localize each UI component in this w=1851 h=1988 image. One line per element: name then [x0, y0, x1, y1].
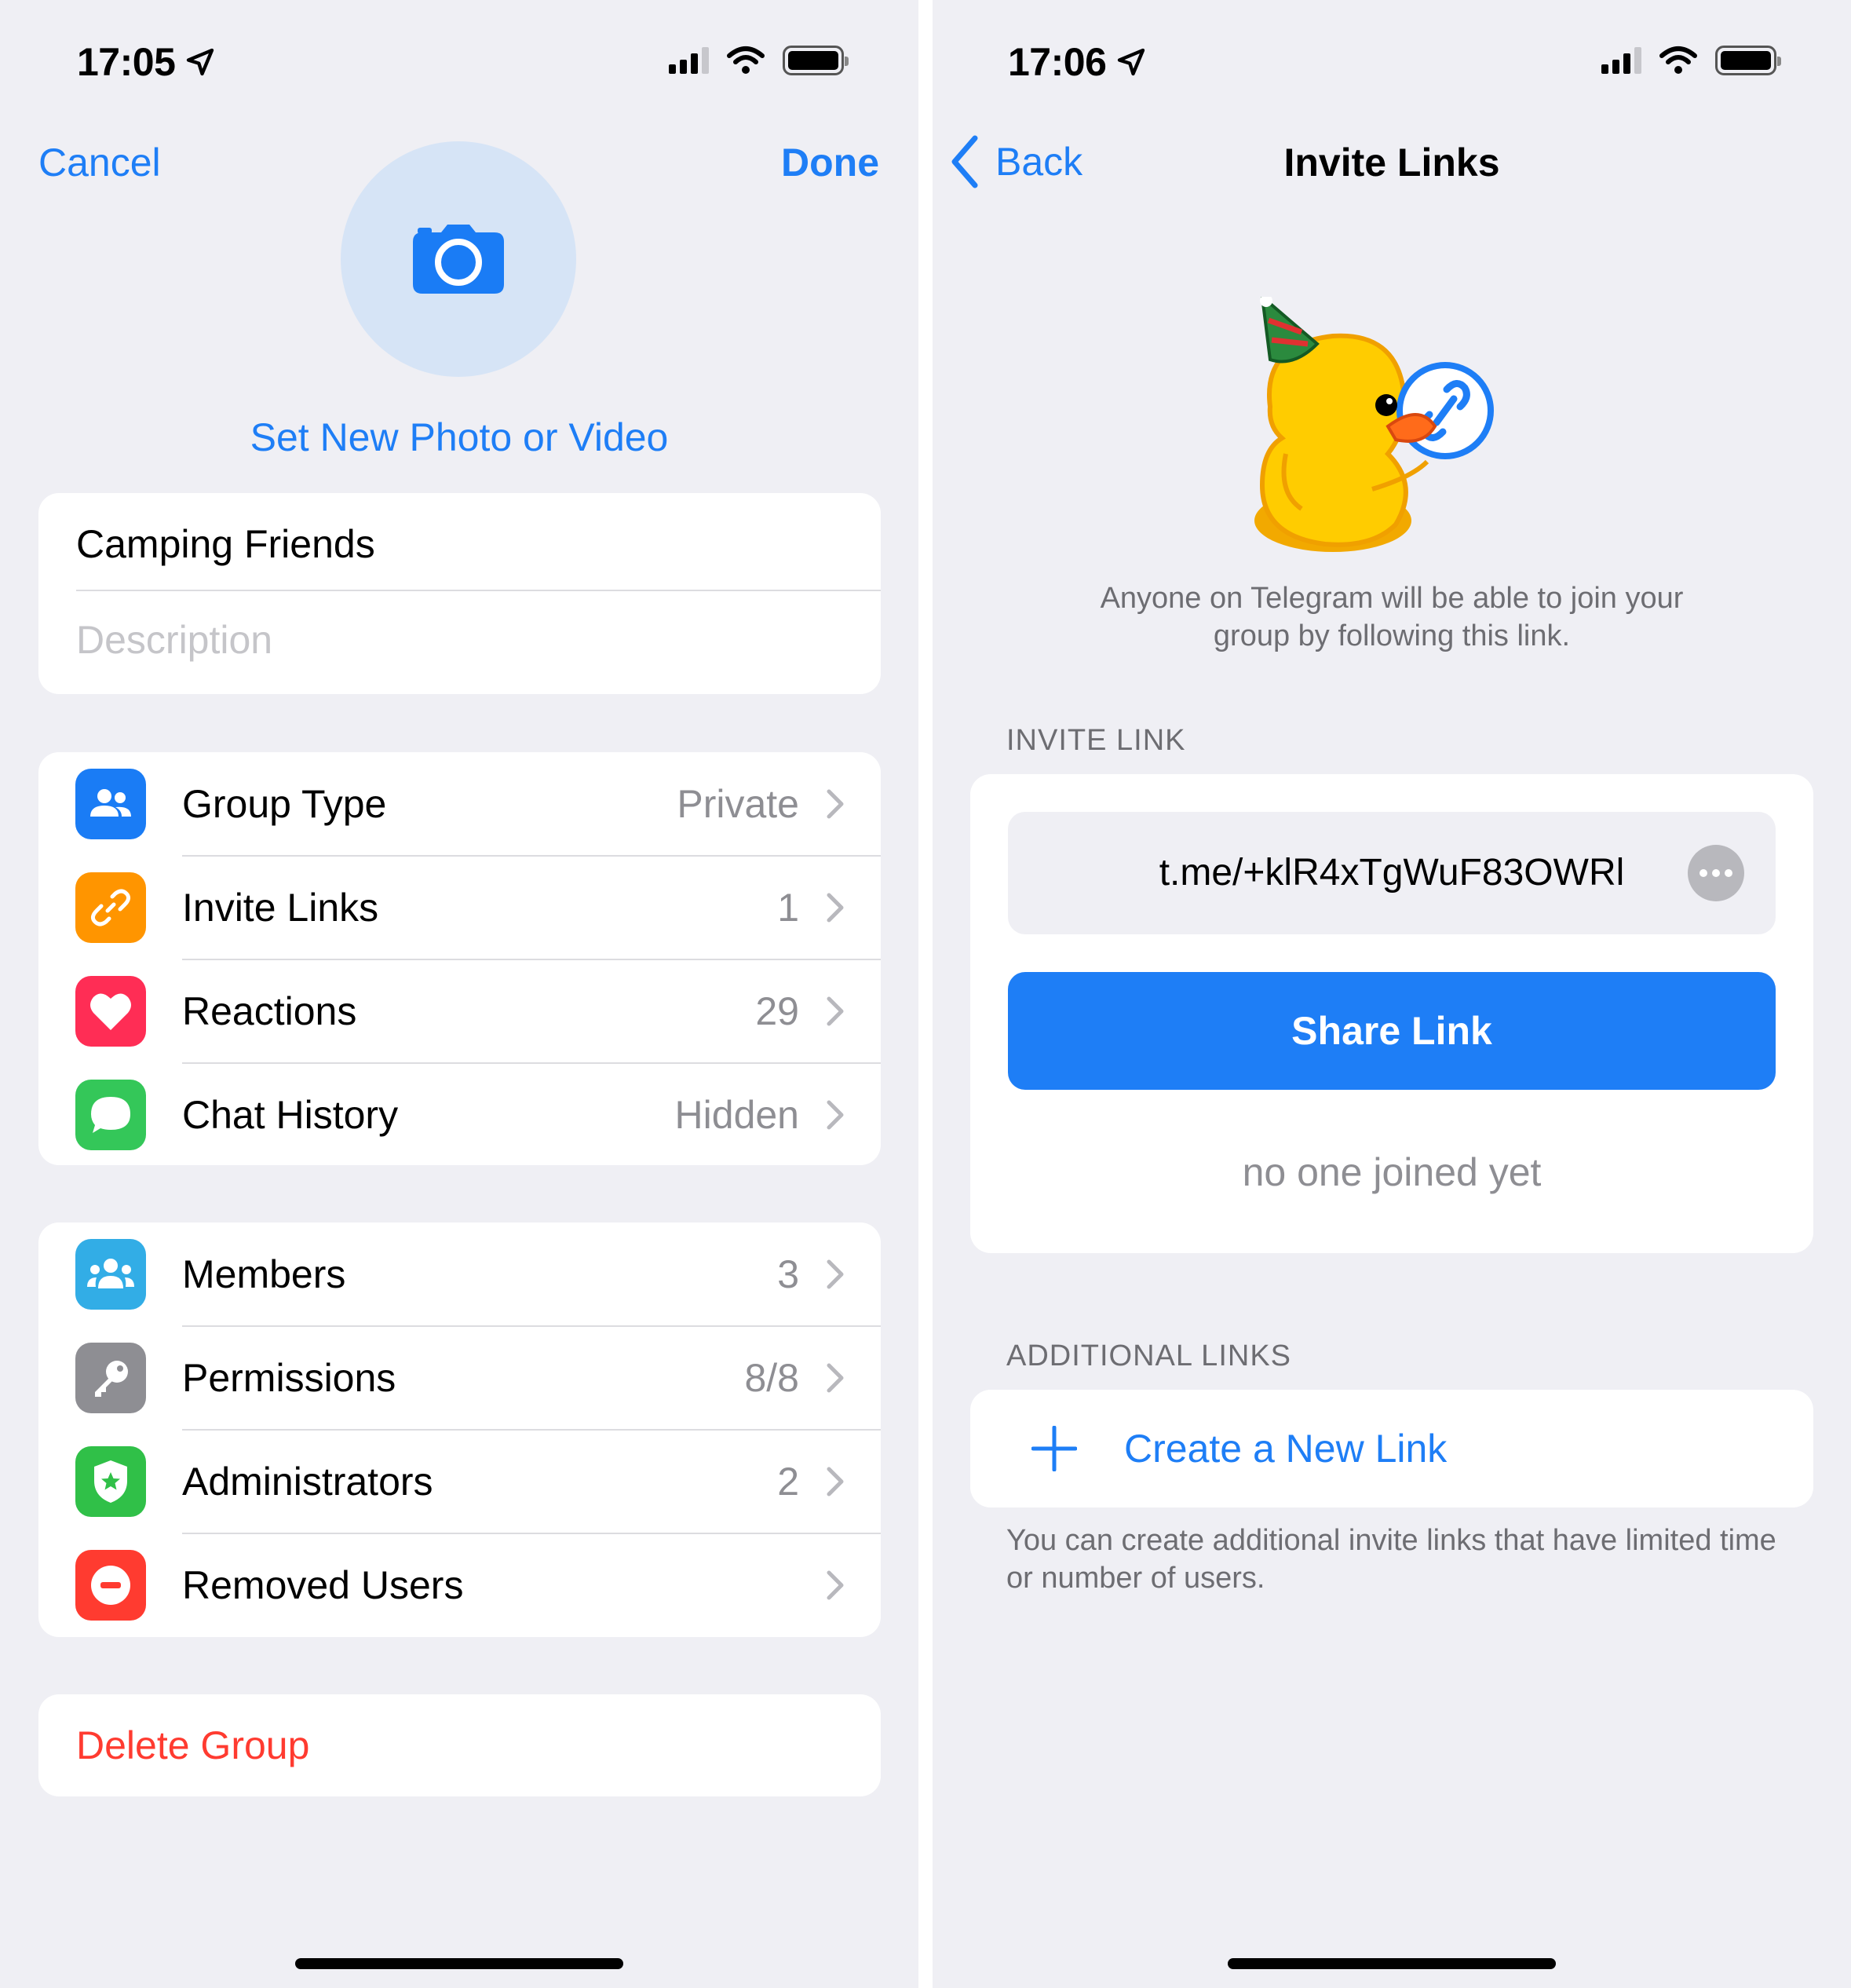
delete-group-label: Delete Group: [76, 1723, 310, 1767]
group-type-icon: [75, 769, 146, 839]
invite-link-card: t.me/+klR4xTgWuF83OWRl Share Link no one…: [970, 774, 1813, 1253]
management-card: Members 3 Permissions 8/8 Administrators…: [38, 1222, 881, 1637]
share-link-button[interactable]: Share Link: [1008, 972, 1776, 1090]
members-value: 3: [777, 1252, 799, 1296]
link-icon: [75, 872, 146, 943]
chevron-right-icon: [827, 996, 844, 1026]
reactions-row[interactable]: Reactions 29: [38, 959, 881, 1063]
chevron-right-icon: [827, 1363, 844, 1393]
set-photo-link[interactable]: Set New Photo or Video: [0, 415, 918, 460]
members-row[interactable]: Members 3: [38, 1222, 881, 1326]
plus-icon: [1031, 1426, 1077, 1471]
home-indicator[interactable]: [295, 1958, 623, 1969]
share-link-label: Share Link: [1291, 1009, 1492, 1053]
removed-users-row[interactable]: Removed Users: [38, 1533, 881, 1637]
permissions-value: 8/8: [744, 1356, 799, 1400]
status-bar-indicators: [669, 46, 849, 75]
invite-links-label: Invite Links: [182, 886, 379, 930]
members-icon: [75, 1239, 146, 1310]
reactions-label: Reactions: [182, 989, 357, 1033]
battery-icon: [1715, 46, 1781, 75]
status-bar-time: 17:06: [1008, 39, 1147, 85]
administrators-value: 2: [777, 1460, 799, 1504]
chat-history-value: Hidden: [674, 1093, 799, 1137]
create-link-row[interactable]: Create a New Link: [970, 1390, 1813, 1507]
invite-link-header: INVITE LINK: [1006, 724, 1186, 757]
shield-star-icon: [75, 1446, 146, 1517]
ellipsis-icon: [1699, 869, 1732, 877]
delete-group-button[interactable]: Delete Group: [38, 1694, 881, 1796]
joined-status: no one joined yet: [1242, 1150, 1542, 1194]
chevron-right-icon: [827, 1100, 844, 1130]
invite-links-row[interactable]: Invite Links 1: [38, 856, 881, 959]
more-options-button[interactable]: [1688, 845, 1744, 901]
permissions-row[interactable]: Permissions 8/8: [38, 1326, 881, 1430]
group-type-label: Group Type: [182, 782, 387, 826]
duck-with-link-illustration: [1254, 293, 1494, 552]
cellular-signal-icon: [669, 47, 709, 74]
location-arrow-icon: [1118, 48, 1145, 76]
invite-links-screen: 17:06 Back Invite Links Anyone on Telegr…: [933, 0, 1851, 1988]
chat-bubble-icon: [75, 1080, 146, 1150]
done-button[interactable]: Done: [781, 140, 879, 185]
cellular-signal-icon: [1601, 47, 1641, 74]
chat-history-label: Chat History: [182, 1093, 399, 1137]
reactions-value: 29: [755, 989, 799, 1033]
status-bar-time: 17:05: [77, 39, 216, 85]
invite-link-text: t.me/+klR4xTgWuF83OWRl: [1159, 852, 1625, 894]
divider: [76, 590, 881, 591]
permissions-label: Permissions: [182, 1356, 396, 1400]
battery-icon: [783, 46, 849, 75]
page-title: Invite Links: [1283, 141, 1500, 185]
link-field[interactable]: t.me/+klR4xTgWuF83OWRl: [1008, 812, 1776, 934]
cancel-button[interactable]: Cancel: [38, 140, 161, 185]
home-indicator[interactable]: [1228, 1958, 1556, 1969]
group-type-value: Private: [677, 782, 799, 826]
administrators-row[interactable]: Administrators 2: [38, 1430, 881, 1533]
location-arrow-icon: [187, 48, 214, 76]
duck-sticker: [1247, 293, 1498, 556]
chevron-right-icon: [827, 1467, 844, 1496]
additional-links-footer: You can create additional invite links t…: [1006, 1524, 1776, 1595]
edit-group-screen: 17:05 Cancel Done Set New Photo or Video…: [0, 0, 918, 1988]
status-bar-indicators: [1601, 46, 1781, 75]
heart-icon: [75, 976, 146, 1047]
members-label: Members: [182, 1252, 346, 1296]
chevron-right-icon: [827, 1259, 844, 1289]
group-name-field[interactable]: Camping Friends: [76, 521, 375, 567]
group-info-card: Camping Friends Description: [38, 493, 881, 694]
wifi-icon: [1659, 46, 1697, 74]
administrators-label: Administrators: [182, 1460, 433, 1504]
invite-description: Anyone on Telegram will be able to join …: [1100, 582, 1684, 652]
set-photo-button[interactable]: [341, 141, 576, 377]
key-icon: [75, 1343, 146, 1413]
chat-history-row[interactable]: Chat History Hidden: [38, 1063, 881, 1165]
additional-links-header: ADDITIONAL LINKS: [1006, 1339, 1292, 1372]
minus-circle-icon: [75, 1550, 146, 1621]
invite-links-value: 1: [777, 886, 799, 930]
description-field[interactable]: Description: [76, 617, 272, 663]
chevron-right-icon: [827, 1570, 844, 1600]
chevron-right-icon: [827, 893, 844, 923]
group-type-row[interactable]: Group Type Private: [38, 752, 881, 856]
create-link-label: Create a New Link: [1124, 1427, 1448, 1471]
camera-icon: [413, 225, 504, 294]
settings-card: Group Type Private Invite Links 1 Reacti…: [38, 752, 881, 1165]
wifi-icon: [727, 46, 765, 74]
removed-users-label: Removed Users: [182, 1563, 464, 1607]
chevron-right-icon: [827, 789, 844, 819]
